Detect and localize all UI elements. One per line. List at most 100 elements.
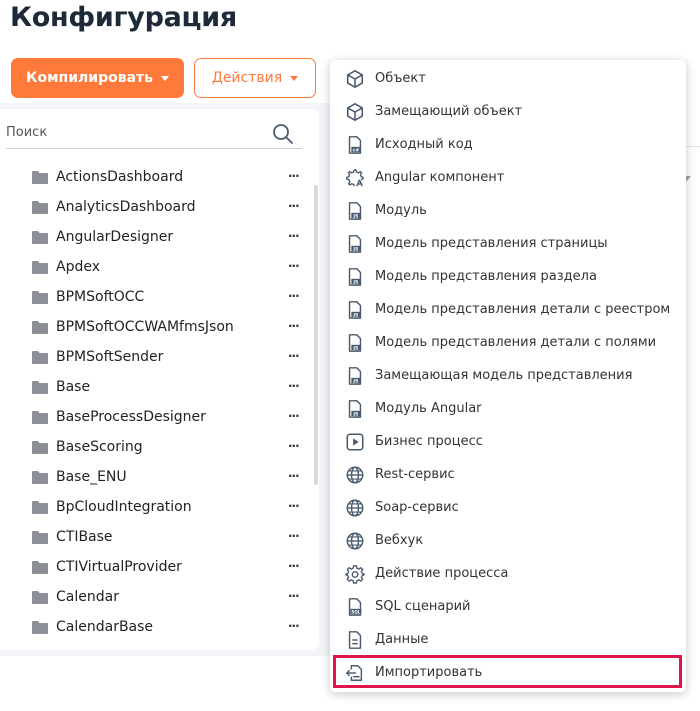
- folder-icon: [32, 231, 48, 244]
- package-item[interactable]: BaseScoring ···: [0, 432, 319, 462]
- more-options-icon[interactable]: ···: [288, 439, 300, 453]
- search-input[interactable]: [6, 125, 261, 140]
- add-menu-item[interactable]: Действие процесса: [330, 557, 686, 590]
- add-menu-item[interactable]: Вебхук: [330, 524, 686, 557]
- add-menu-item[interactable]: Замещающий объект: [330, 95, 686, 128]
- add-menu-item-label: Модель представления детали с реестром: [375, 302, 671, 317]
- globe-icon: [344, 497, 366, 519]
- folder-icon: [32, 531, 48, 544]
- more-options-icon[interactable]: ···: [288, 499, 300, 513]
- add-menu-item-label: Вебхук: [375, 533, 424, 548]
- gear-icon: [344, 563, 366, 585]
- package-name: AnalyticsDashboard: [56, 199, 196, 215]
- svg-text:c#: c#: [353, 147, 360, 153]
- package-item[interactable]: AnalyticsDashboard ···: [0, 192, 319, 222]
- package-name: BPMSoftOCCWAMfmsJson: [56, 319, 234, 335]
- folder-icon: [32, 381, 48, 394]
- add-menu-item-label: Импортировать: [375, 665, 483, 680]
- js-file-icon: JS: [344, 299, 366, 321]
- package-item[interactable]: Calendar ···: [0, 582, 319, 612]
- folder-icon: [32, 501, 48, 514]
- package-name: BPMSoftOCC: [56, 289, 145, 305]
- actions-button-label: Действия: [211, 70, 283, 86]
- compile-button-label: Компилировать: [26, 70, 153, 86]
- more-options-icon[interactable]: ···: [288, 289, 300, 303]
- add-menu-item[interactable]: Soap-сервис: [330, 491, 686, 524]
- more-options-icon[interactable]: ···: [288, 349, 300, 363]
- more-options-icon[interactable]: ···: [288, 319, 300, 333]
- add-menu-item[interactable]: Бизнес процесс: [330, 425, 686, 458]
- more-options-icon[interactable]: ···: [288, 589, 300, 603]
- package-list-scrollbar[interactable]: [314, 185, 318, 485]
- add-menu-item[interactable]: JS Модель представления детали с реестром: [330, 293, 686, 326]
- package-item[interactable]: BPMSoftSender ···: [0, 342, 319, 372]
- svg-text:JS: JS: [352, 279, 358, 285]
- add-menu-item-label: Rest-сервис: [375, 467, 455, 482]
- add-menu-item[interactable]: JS Модуль Angular: [330, 392, 686, 425]
- add-menu-item-label: Бизнес процесс: [375, 434, 483, 449]
- actions-button[interactable]: Действия: [194, 58, 316, 98]
- package-name: Base: [56, 379, 91, 395]
- add-menu-item[interactable]: JS Модель представления детали с полями: [330, 326, 686, 359]
- add-menu-item[interactable]: Rest-сервис: [330, 458, 686, 491]
- package-name: CTIBase: [56, 529, 113, 545]
- package-name: Calendar: [56, 589, 119, 605]
- compile-button[interactable]: Компилировать: [11, 58, 184, 98]
- js-file-icon: JS: [344, 266, 366, 288]
- package-item[interactable]: CTIVirtualProvider ···: [0, 552, 319, 582]
- add-menu-item[interactable]: Объект: [330, 62, 686, 95]
- folder-icon: [32, 411, 48, 424]
- globe-icon: [344, 530, 366, 552]
- more-options-icon[interactable]: ···: [288, 469, 300, 483]
- cube-icon: [344, 68, 366, 90]
- page-title: Конфигурация: [10, 2, 237, 33]
- package-name: CTIVirtualProvider: [56, 559, 182, 575]
- add-menu-item-label: Soap-сервис: [375, 500, 459, 515]
- add-menu-item-label: SQL сценарий: [375, 599, 471, 614]
- globe-icon: [344, 464, 366, 486]
- search-box: [6, 121, 302, 149]
- folder-icon: [32, 471, 48, 484]
- data-file-icon: [344, 629, 366, 651]
- svg-text:SQL: SQL: [351, 609, 360, 614]
- add-menu-item[interactable]: Импортировать: [330, 656, 686, 689]
- add-menu-item-label: Модуль Angular: [375, 401, 482, 416]
- add-menu-item[interactable]: Angular компонент: [330, 161, 686, 194]
- folder-icon: [32, 291, 48, 304]
- js-file-icon: JS: [344, 200, 366, 222]
- add-menu-item-label: Замещающая модель представления: [375, 368, 633, 383]
- package-item[interactable]: CalendarBase ···: [0, 612, 319, 642]
- add-menu-item[interactable]: SQL SQL сценарий: [330, 590, 686, 623]
- folder-icon: [32, 591, 48, 604]
- package-item[interactable]: BPMSoftOCC ···: [0, 282, 319, 312]
- add-menu-item[interactable]: Данные: [330, 623, 686, 656]
- search-icon[interactable]: [272, 123, 294, 145]
- add-menu-item-label: Angular компонент: [375, 170, 505, 185]
- more-options-icon[interactable]: ···: [288, 229, 300, 243]
- package-item[interactable]: BpCloudIntegration ···: [0, 492, 319, 522]
- package-item[interactable]: BPMSoftOCCWAMfmsJson ···: [0, 312, 319, 342]
- package-item[interactable]: ActionsDashboard ···: [0, 162, 319, 192]
- add-menu-item[interactable]: c# Исходный код: [330, 128, 686, 161]
- package-item[interactable]: AngularDesigner ···: [0, 222, 319, 252]
- more-options-icon[interactable]: ···: [288, 409, 300, 423]
- folder-icon: [32, 261, 48, 274]
- add-menu-item[interactable]: JS Замещающая модель представления: [330, 359, 686, 392]
- more-options-icon[interactable]: ···: [288, 379, 300, 393]
- more-options-icon[interactable]: ···: [288, 199, 300, 213]
- more-options-icon[interactable]: ···: [288, 559, 300, 573]
- add-menu-item[interactable]: JS Модель представления раздела: [330, 260, 686, 293]
- more-options-icon[interactable]: ···: [288, 529, 300, 543]
- more-options-icon[interactable]: ···: [288, 619, 300, 633]
- add-menu-item[interactable]: JS Модуль: [330, 194, 686, 227]
- package-item[interactable]: Apdex ···: [0, 252, 319, 282]
- add-menu-item[interactable]: JS Модель представления страницы: [330, 227, 686, 260]
- more-options-icon[interactable]: ···: [288, 259, 300, 273]
- chevron-down-icon: [290, 76, 299, 81]
- package-item[interactable]: BaseProcessDesigner ···: [0, 402, 319, 432]
- more-options-icon[interactable]: ···: [288, 169, 300, 183]
- package-item[interactable]: Base ···: [0, 372, 319, 402]
- svg-text:JS: JS: [352, 411, 358, 417]
- package-item[interactable]: Base_ENU ···: [0, 462, 319, 492]
- package-item[interactable]: CTIBase ···: [0, 522, 319, 552]
